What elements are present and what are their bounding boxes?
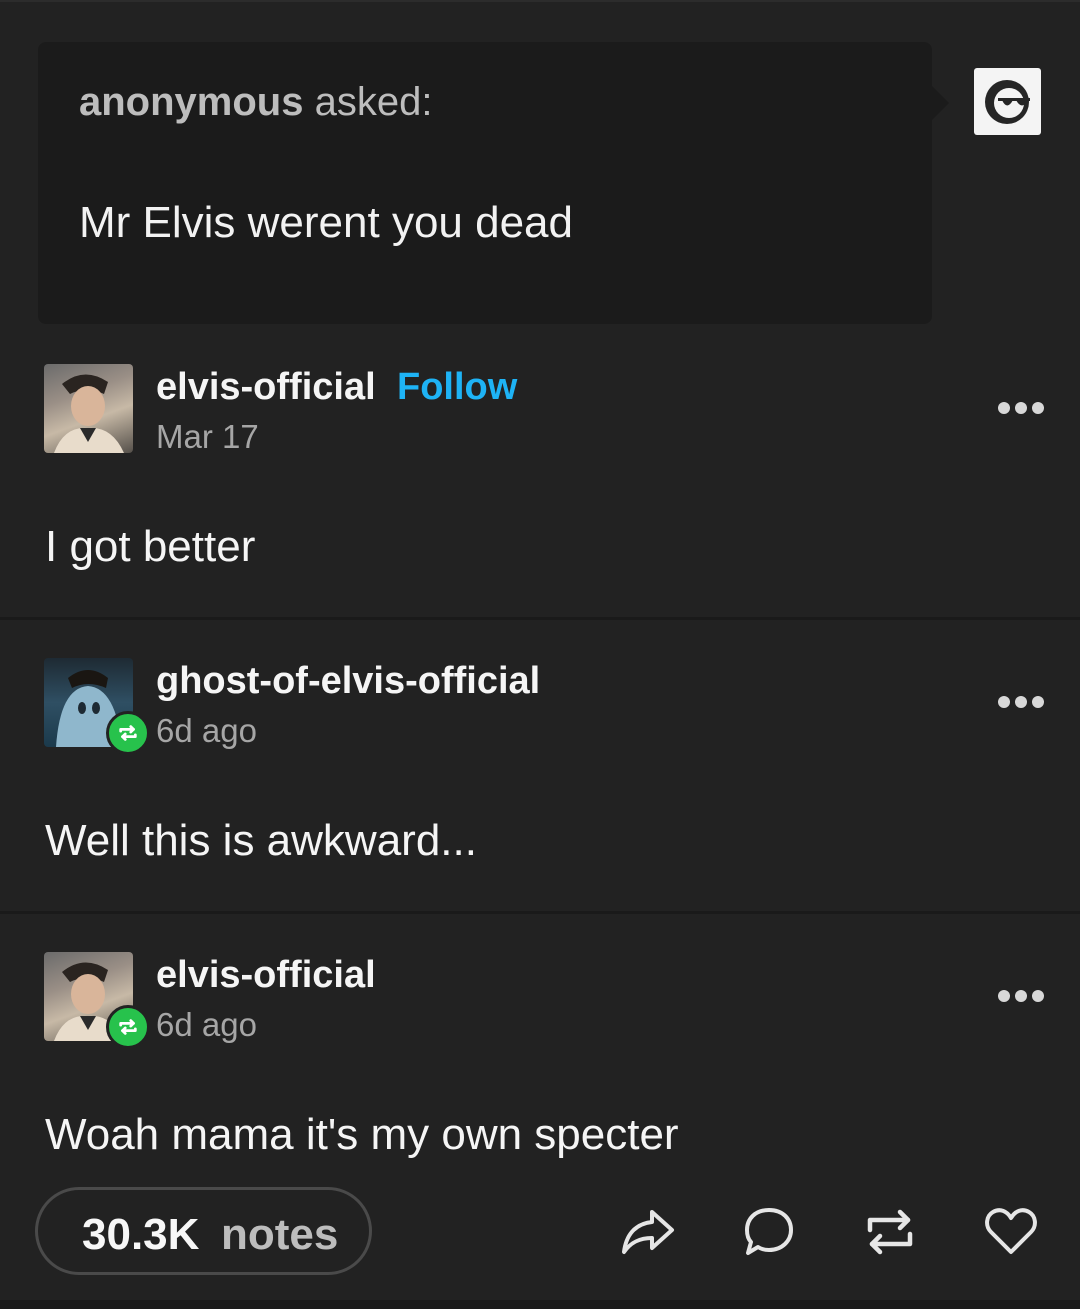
top-divider (0, 0, 1080, 2)
more-options-icon[interactable] (998, 990, 1044, 1004)
notes-button[interactable]: 30.3K notes (35, 1187, 372, 1275)
more-options-icon[interactable] (998, 402, 1044, 416)
reblog-badge-icon (106, 1005, 150, 1049)
notes-label: notes (221, 1210, 339, 1259)
ask-header: anonymous asked: (79, 80, 432, 125)
reblog-icon[interactable] (862, 1204, 918, 1260)
post-divider (0, 617, 1080, 620)
post-username[interactable]: elvis-official (156, 366, 376, 409)
post-timestamp[interactable]: 6d ago (156, 712, 257, 750)
notes-count: 30.3K (82, 1210, 200, 1259)
bottom-divider (0, 1300, 1080, 1309)
asker-name: anonymous (79, 80, 304, 124)
anonymous-avatar (974, 68, 1041, 135)
avatar-elvis-official[interactable] (44, 364, 133, 453)
post-text: Well this is awkward... (45, 816, 477, 865)
share-icon[interactable] (620, 1204, 676, 1260)
post-username[interactable]: ghost-of-elvis-official (156, 660, 540, 703)
like-icon[interactable] (983, 1204, 1039, 1260)
post-divider (0, 911, 1080, 914)
ask-box: anonymous asked: Mr Elvis werent you dea… (38, 42, 949, 324)
reblog-badge-icon (106, 711, 150, 755)
follow-button[interactable]: Follow (397, 366, 517, 409)
post-text: I got better (45, 522, 256, 571)
reply-icon[interactable] (741, 1204, 797, 1260)
post-text: Woah mama it's my own specter (45, 1110, 679, 1159)
post-timestamp[interactable]: 6d ago (156, 1006, 257, 1044)
anonymous-sunglasses-icon (985, 80, 1030, 124)
post-username[interactable]: elvis-official (156, 954, 376, 997)
more-options-icon[interactable] (998, 696, 1044, 710)
post-timestamp[interactable]: Mar 17 (156, 418, 259, 456)
asked-label: asked: (303, 80, 433, 124)
ask-question: Mr Elvis werent you dead (79, 198, 573, 247)
elvis-portrait-icon (54, 374, 124, 453)
